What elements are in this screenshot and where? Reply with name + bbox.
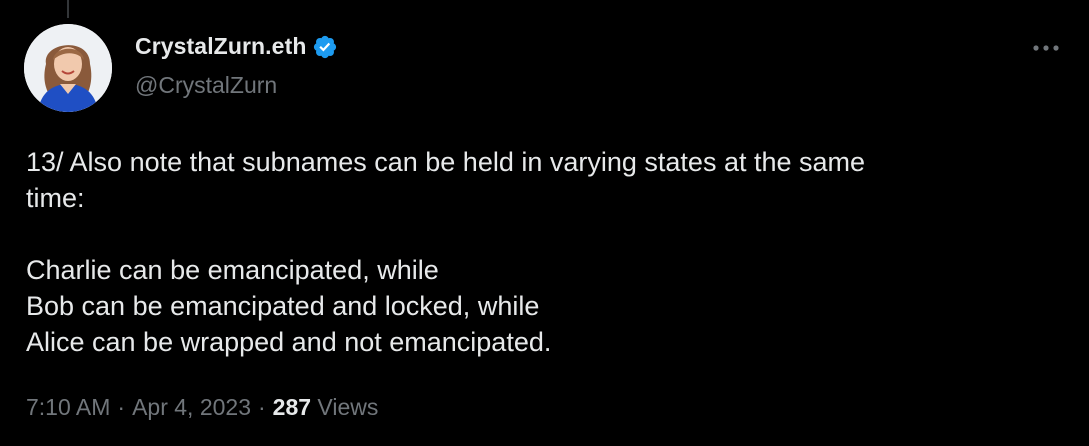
avatar[interactable] (24, 24, 112, 112)
tweet-date[interactable]: Apr 4, 2023 (132, 394, 251, 421)
views-count: 287 (272, 394, 312, 420)
tweet-text-line: time: (26, 183, 85, 213)
tweet-text-line: Alice can be wrapped and not emancipated… (26, 327, 552, 357)
views-label: Views (317, 394, 379, 420)
tweet-meta: 7:10 AM · Apr 4, 2023 · 287 Views (26, 394, 378, 421)
meta-separator: · (117, 394, 126, 420)
thread-connector-line (67, 0, 69, 18)
tweet-text: 13/ Also note that subnames can be held … (26, 144, 1056, 360)
tweet-text-line: Charlie can be emancipated, while (26, 255, 439, 285)
more-horizontal-icon (1033, 45, 1059, 51)
verified-badge-icon[interactable] (312, 34, 338, 60)
views-group[interactable]: 287 Views (273, 394, 379, 421)
tweet-text-line: Bob can be emancipated and locked, while (26, 291, 540, 321)
author-display-name[interactable]: CrystalZurn.eth (135, 33, 306, 60)
author-handle[interactable]: @CrystalZurn (135, 72, 277, 99)
meta-separator: · (257, 394, 266, 420)
tweet-time[interactable]: 7:10 AM (26, 394, 110, 421)
avatar-image (24, 24, 112, 112)
tweet-text-line: 13/ Also note that subnames can be held … (26, 147, 866, 177)
more-options-button[interactable] (1028, 36, 1064, 60)
author-name-row: CrystalZurn.eth (135, 33, 338, 60)
